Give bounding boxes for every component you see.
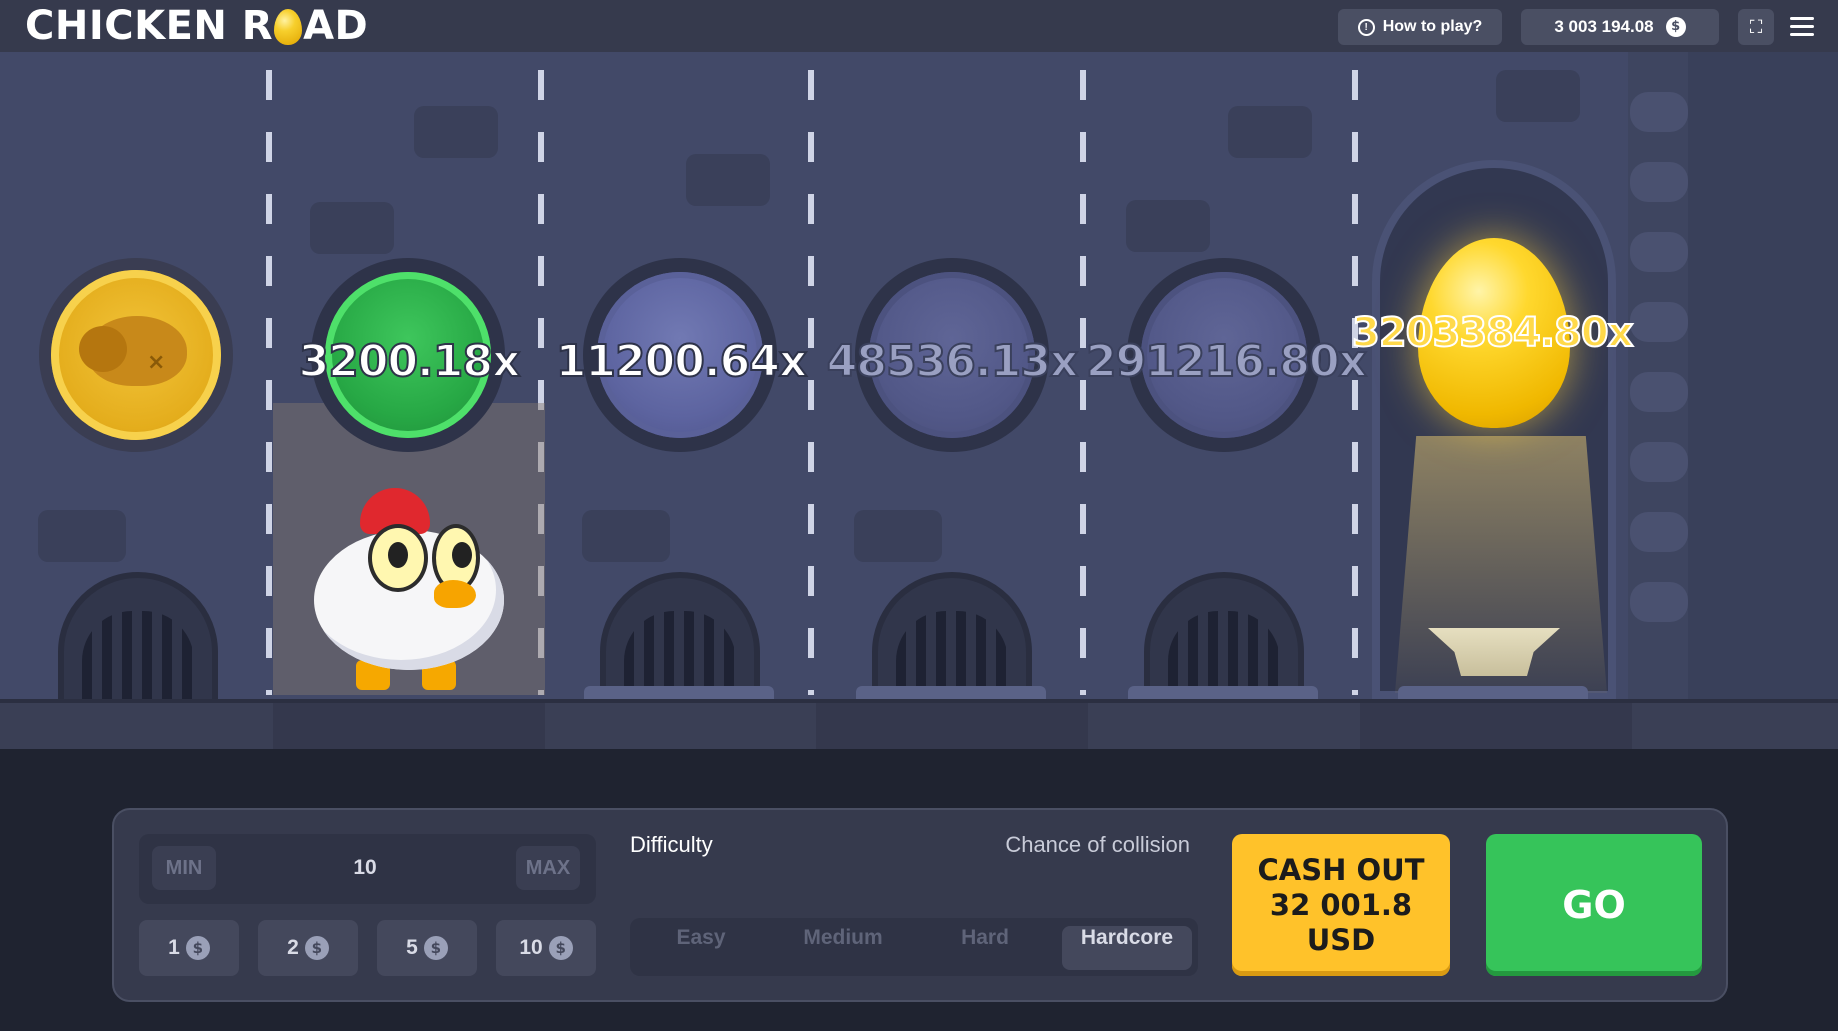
bet-amount-input[interactable]: 10: [300, 846, 430, 890]
hamburger-line: [1790, 33, 1814, 36]
drain-base: [856, 686, 1046, 700]
difficulty-label: Difficulty: [630, 832, 713, 857]
dollar-coin-icon: $: [304, 936, 329, 960]
wall-brick: [310, 202, 394, 254]
lane-multiplier: 48536.13x: [826, 335, 1079, 388]
floor-segment: [816, 703, 1088, 749]
chip-value: 1: [168, 936, 180, 959]
logo-text-left: CHICKEN R: [25, 3, 274, 49]
difficulty-hardcore[interactable]: Hardcore: [1062, 926, 1192, 970]
game-logo: CHICKEN R AD: [25, 6, 368, 46]
drain-base: [584, 686, 774, 700]
right-wall: [1688, 52, 1838, 699]
how-to-play-label: How to play?: [1382, 18, 1483, 35]
bet-chip-5[interactable]: 5 $: [377, 920, 477, 976]
coin-face: ×: [51, 270, 221, 440]
passed-lane-coin: ×: [39, 258, 233, 452]
pillar-stone: [1630, 302, 1688, 342]
menu-button[interactable]: [1790, 12, 1814, 42]
wall-brick: [1496, 70, 1580, 122]
hamburger-line: [1790, 25, 1814, 28]
balance-value: 3 003 194.08: [1554, 17, 1654, 36]
pillar-stone: [1630, 372, 1688, 412]
bet-chip-10[interactable]: 10 $: [496, 920, 596, 976]
final-multiplier: 3203384.80x: [1351, 309, 1634, 357]
chip-value: 10: [519, 936, 543, 959]
pillar-stone: [1630, 232, 1688, 272]
fullscreen-button[interactable]: ⛶: [1738, 9, 1774, 45]
floor-segment: [273, 703, 545, 749]
hamburger-line: [1790, 17, 1814, 20]
wall-brick: [38, 510, 126, 562]
chip-value: 5: [406, 936, 418, 959]
pillar-stone: [1630, 162, 1688, 202]
balance-display: 3 003 194.08 $: [1521, 9, 1719, 45]
lane-divider: [266, 70, 272, 695]
dollar-coin-icon: $: [423, 936, 448, 960]
top-bar: CHICKEN R AD ! How to play? 3 003 194.08…: [0, 0, 1838, 52]
difficulty-easy[interactable]: Easy: [636, 926, 766, 970]
info-icon: !: [1357, 18, 1375, 36]
lane-multiplier: 291216.80x: [1085, 335, 1368, 388]
pillar-stone: [1630, 512, 1688, 552]
drain-base: [1128, 686, 1318, 700]
pillar-stone: [1630, 582, 1688, 622]
difficulty-medium[interactable]: Medium: [778, 926, 908, 970]
chicken-eye: [368, 524, 428, 592]
logo-text-right: AD: [303, 3, 369, 49]
pedestal-base: [1398, 686, 1588, 700]
bet-chip-1[interactable]: 1 $: [139, 920, 239, 976]
wall-brick: [854, 510, 942, 562]
cash-out-label: CASH OUT: [1257, 852, 1425, 887]
min-bet-button[interactable]: MIN: [152, 846, 216, 890]
logo-egg-icon: [274, 9, 303, 45]
lane-multiplier: 11200.64x: [555, 335, 808, 388]
go-button[interactable]: GO: [1486, 834, 1702, 976]
wall-brick: [582, 510, 670, 562]
wall-brick: [414, 106, 498, 158]
dollar-coin-icon: $: [548, 936, 573, 960]
roast-chicken-icon: [79, 316, 187, 386]
pillar-stone: [1630, 442, 1688, 482]
chip-value: 2: [287, 936, 299, 959]
cash-out-button[interactable]: CASH OUT 32 001.8 USD: [1232, 834, 1450, 976]
wall-brick: [686, 154, 770, 206]
bet-chip-2[interactable]: 2 $: [258, 920, 358, 976]
wall-brick: [1228, 106, 1312, 158]
dollar-coin-icon: $: [185, 936, 210, 960]
chicken-character: [302, 480, 512, 690]
how-to-play-button[interactable]: ! How to play?: [1338, 9, 1502, 45]
max-bet-button[interactable]: MAX: [516, 846, 580, 890]
collision-chance-label: Chance of collision: [1005, 832, 1190, 857]
cash-out-amount: 32 001.8 USD: [1269, 887, 1413, 957]
x-mark-icon: ×: [147, 350, 166, 375]
game-window: CHICKEN R AD ! How to play? 3 003 194.08…: [0, 0, 1838, 1031]
wall-brick: [1126, 200, 1210, 252]
lane-multiplier: 3200.18x: [298, 335, 522, 388]
pillar-stone: [1630, 92, 1688, 132]
dollar-coin-icon: $: [1665, 17, 1686, 37]
difficulty-hard[interactable]: Hard: [920, 926, 1050, 970]
fullscreen-icon: ⛶: [1749, 17, 1763, 37]
floor-segment: [1360, 703, 1632, 749]
chicken-beak: [434, 580, 476, 608]
